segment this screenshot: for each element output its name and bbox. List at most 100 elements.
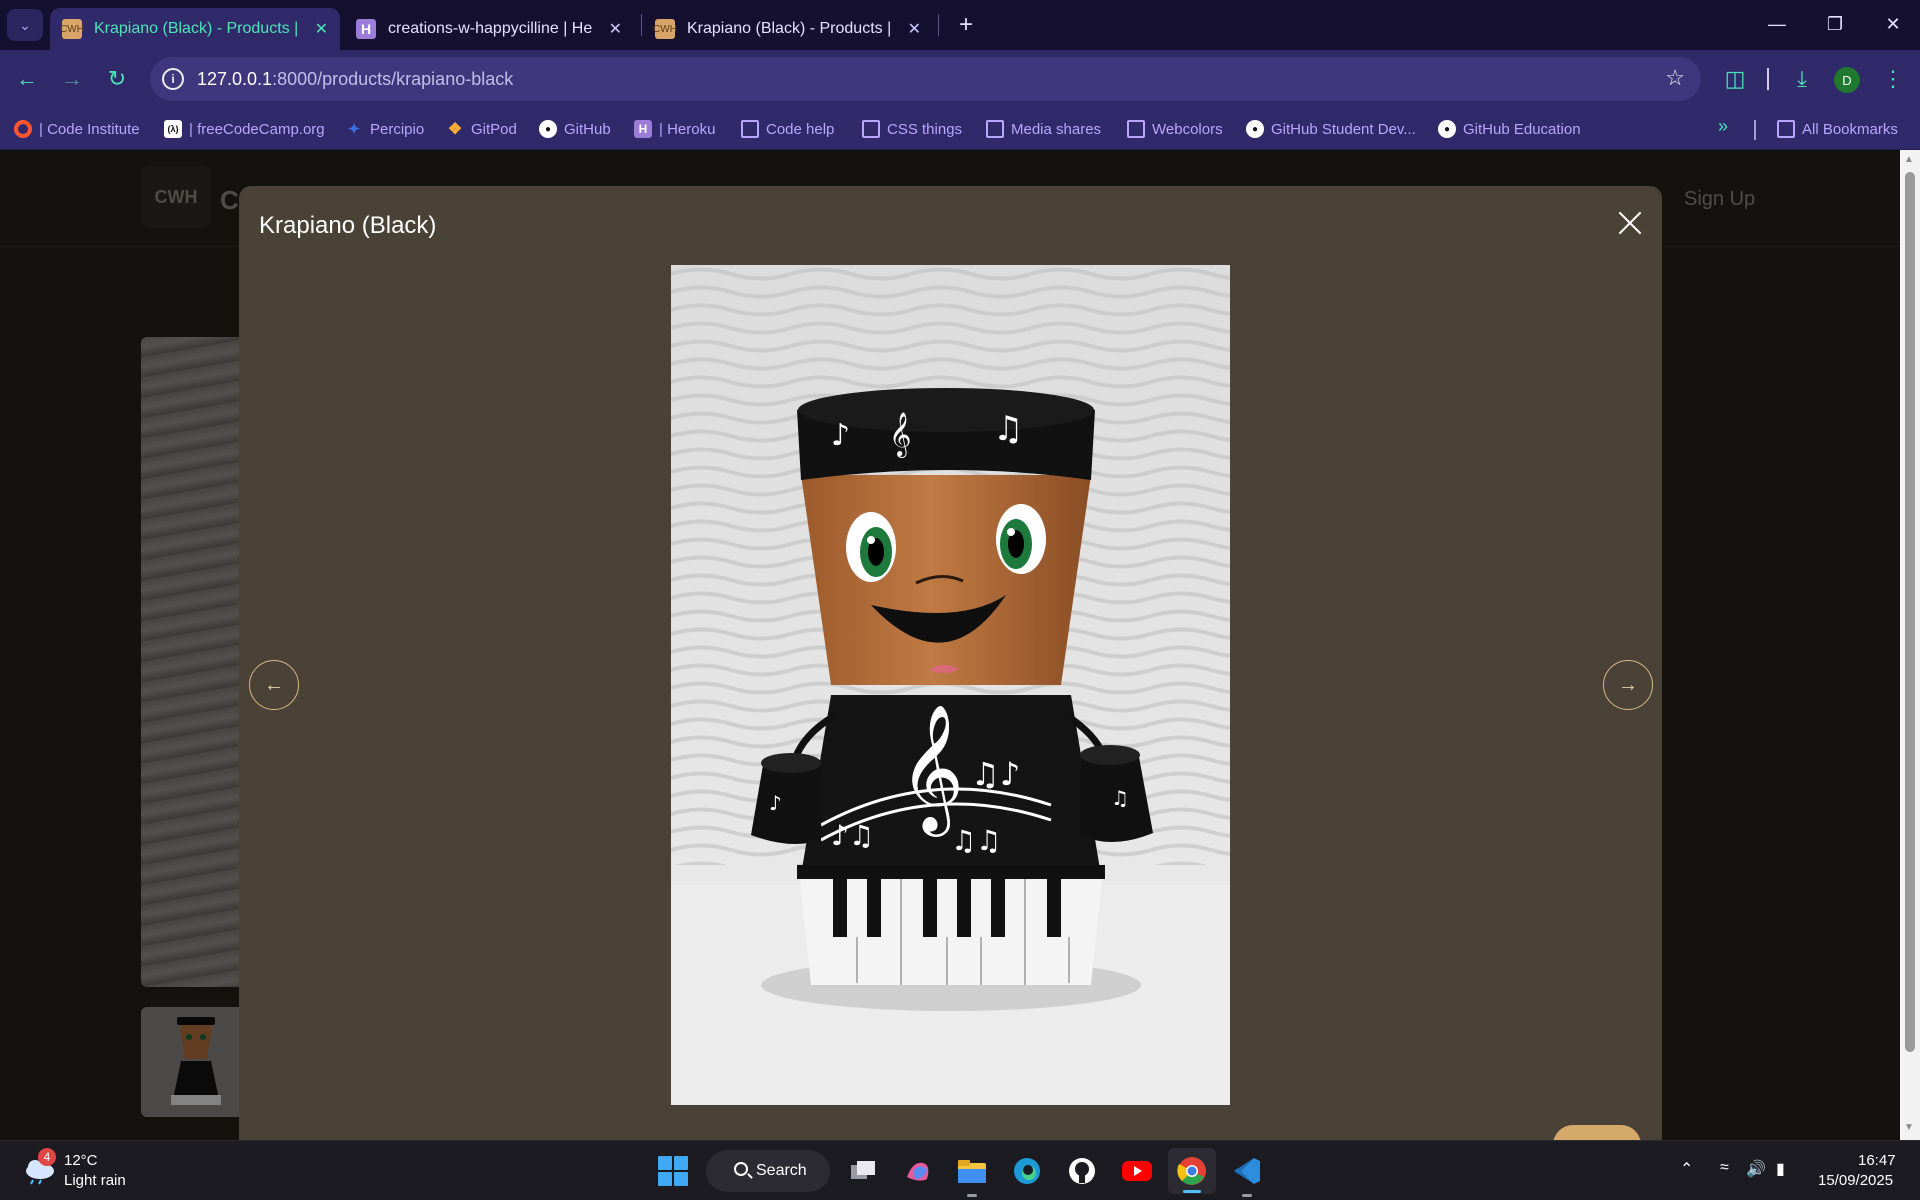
address-bar[interactable]: i 127.0.0.1:8000/products/krapiano-black…: [150, 57, 1701, 101]
bookmark-heroku[interactable]: H | Heroku: [634, 116, 715, 142]
github-icon: ●: [1246, 120, 1264, 138]
menu-kebab-icon[interactable]: ⋮: [1876, 62, 1910, 96]
tray-chevron-up-icon[interactable]: ⌃: [1680, 1159, 1693, 1179]
scroll-down-arrow-icon[interactable]: ▼: [1904, 1122, 1914, 1133]
browser-toolbar: ← → ↻ i 127.0.0.1:8000/products/krapiano…: [0, 50, 1920, 108]
back-arrow-icon[interactable]: ←: [10, 62, 44, 96]
bookmark-github[interactable]: ● GitHub: [539, 116, 611, 142]
tab-search-button[interactable]: ⌄: [7, 9, 43, 41]
bookmark-label: | Code Institute: [39, 120, 140, 138]
tab-separator: [938, 14, 939, 36]
file-explorer-icon[interactable]: [954, 1153, 990, 1197]
github-icon: ●: [1438, 120, 1456, 138]
bookmark-freecodecamp[interactable]: (λ) | freeCodeCamp.org: [164, 116, 325, 142]
bookmark-label: Percipio: [370, 120, 425, 138]
bookmark-percipio[interactable]: ✦ Percipio: [345, 116, 425, 142]
weather-temperature[interactable]: 12°C: [64, 1152, 98, 1169]
battery-icon[interactable]: ▮: [1776, 1159, 1785, 1179]
edge-browser-icon[interactable]: [1009, 1153, 1045, 1189]
previous-image-button[interactable]: ←: [249, 660, 299, 710]
download-icon[interactable]: ⤓: [1785, 62, 1819, 96]
browser-tab-bar: ⌄ CWH Krapiano (Black) - Products | Cr ✕…: [0, 0, 1920, 50]
wifi-icon[interactable]: ≈: [1720, 1159, 1729, 1177]
restore-icon[interactable]: ❐: [1806, 0, 1864, 48]
folder-icon: [1127, 120, 1145, 138]
scroll-up-arrow-icon[interactable]: ▲: [1904, 154, 1914, 165]
scrollbar-thumb[interactable]: [1905, 172, 1915, 1052]
forward-arrow-icon[interactable]: →: [55, 62, 89, 96]
toolbar-divider: [1767, 68, 1769, 90]
vscode-icon[interactable]: [1229, 1153, 1265, 1197]
bookmark-github-student[interactable]: ● GitHub Student Dev...: [1246, 116, 1416, 142]
url-path: :8000/products/krapiano-black: [272, 69, 514, 89]
clock-date[interactable]: 15/09/2025: [1818, 1172, 1893, 1189]
tab-title: Krapiano (Black) - Products | Cr: [687, 20, 892, 37]
svg-text:♪: ♪: [769, 791, 782, 815]
folder-icon: [741, 120, 759, 138]
new-tab-button[interactable]: +: [950, 10, 982, 40]
volume-icon[interactable]: 🔊: [1746, 1159, 1766, 1179]
krapiano-pot-figure: ♪ 𝄞 ♫ 𝄞 ♫♪ ♪♫ ♫♫ ♪ ♫: [671, 265, 1230, 1105]
github-desktop-icon[interactable]: [1064, 1153, 1100, 1189]
profile-avatar[interactable]: D: [1834, 67, 1860, 93]
tab-title: Krapiano (Black) - Products | Cr: [94, 20, 299, 37]
taskbar-search[interactable]: Search: [706, 1150, 830, 1192]
bookmark-label: All Bookmarks: [1802, 120, 1898, 138]
modal-footer-button[interactable]: [1553, 1125, 1641, 1140]
weather-alert-badge: 4: [38, 1148, 56, 1166]
bookmark-github-education[interactable]: ● GitHub Education: [1438, 116, 1581, 142]
all-bookmarks-button[interactable]: All Bookmarks: [1777, 116, 1898, 142]
site-info-icon[interactable]: i: [162, 68, 184, 90]
tab-close-icon[interactable]: ✕: [315, 19, 328, 39]
modal-close-icon[interactable]: [1615, 208, 1645, 238]
cwh-favicon-icon: CWH: [653, 19, 677, 39]
bookmark-folder-webcolors[interactable]: Webcolors: [1127, 116, 1223, 142]
percipio-icon: ✦: [347, 121, 361, 138]
bookmarks-divider: [1754, 120, 1756, 140]
page-scrollbar[interactable]: ▲ ▼: [1900, 150, 1920, 1140]
svg-text:♪: ♪: [831, 418, 850, 453]
modal-title: Krapiano (Black): [259, 212, 437, 239]
bookmark-star-icon[interactable]: ☆: [1665, 65, 1685, 91]
chrome-icon[interactable]: [1168, 1148, 1216, 1194]
svg-text:♫♫: ♫♫: [951, 824, 1001, 857]
clock-time[interactable]: 16:47: [1858, 1152, 1896, 1169]
bookmark-folder-css-things[interactable]: CSS things: [862, 116, 962, 142]
bookmark-gitpod[interactable]: ❖ GitPod: [446, 116, 517, 142]
freecodecamp-icon: (λ): [164, 120, 182, 138]
window-close-icon[interactable]: ✕: [1864, 0, 1920, 48]
weather-description[interactable]: Light rain: [64, 1172, 126, 1189]
copilot-icon[interactable]: [900, 1153, 936, 1189]
extensions-icon[interactable]: ◫: [1718, 62, 1752, 96]
taskbar-search-label: Search: [756, 1162, 807, 1179]
bookmark-label: Webcolors: [1152, 120, 1223, 138]
tab-separator: [641, 14, 642, 36]
youtube-icon[interactable]: [1119, 1153, 1155, 1189]
tab-heroku[interactable]: H creations-w-happycilline | Hero ✕: [344, 8, 634, 50]
minimize-icon[interactable]: —: [1748, 0, 1806, 48]
windows-start-icon[interactable]: [658, 1156, 688, 1186]
tab-close-icon[interactable]: ✕: [908, 19, 921, 39]
bookmark-label: GitHub: [564, 120, 611, 138]
search-icon: [734, 1162, 748, 1176]
image-lightbox-modal: Krapiano (Black) ← → ♪ 𝄞 ♫ 𝄞 ♫♪ ♪♫ ♫♫ ♪ …: [239, 186, 1662, 1140]
tab-krapiano-active[interactable]: CWH Krapiano (Black) - Products | Cr ✕: [50, 8, 340, 50]
svg-text:♫: ♫: [1111, 786, 1129, 810]
bookmark-folder-media-shares[interactable]: Media shares: [986, 116, 1101, 142]
url-text[interactable]: 127.0.0.1:8000/products/krapiano-black: [197, 69, 513, 90]
next-image-button[interactable]: →: [1603, 660, 1653, 710]
more-bookmarks-chevron-icon[interactable]: »: [1718, 116, 1728, 137]
tab-krapiano-2[interactable]: CWH Krapiano (Black) - Products | Cr ✕: [643, 8, 933, 50]
heroku-icon: H: [634, 120, 652, 138]
running-indicator: [1183, 1190, 1201, 1193]
bookmark-label: GitHub Student Dev...: [1271, 120, 1416, 138]
svg-text:𝄞: 𝄞: [899, 703, 964, 837]
running-indicator: [1242, 1194, 1252, 1197]
task-view-icon[interactable]: [845, 1153, 881, 1189]
bookmark-folder-code-help[interactable]: Code help: [741, 116, 834, 142]
bookmark-code-institute[interactable]: | Code Institute: [14, 116, 140, 142]
bookmark-label: | freeCodeCamp.org: [189, 120, 325, 138]
tab-close-icon[interactable]: ✕: [609, 19, 622, 39]
bookmark-label: Code help: [766, 120, 835, 138]
reload-icon[interactable]: ↻: [100, 62, 134, 96]
